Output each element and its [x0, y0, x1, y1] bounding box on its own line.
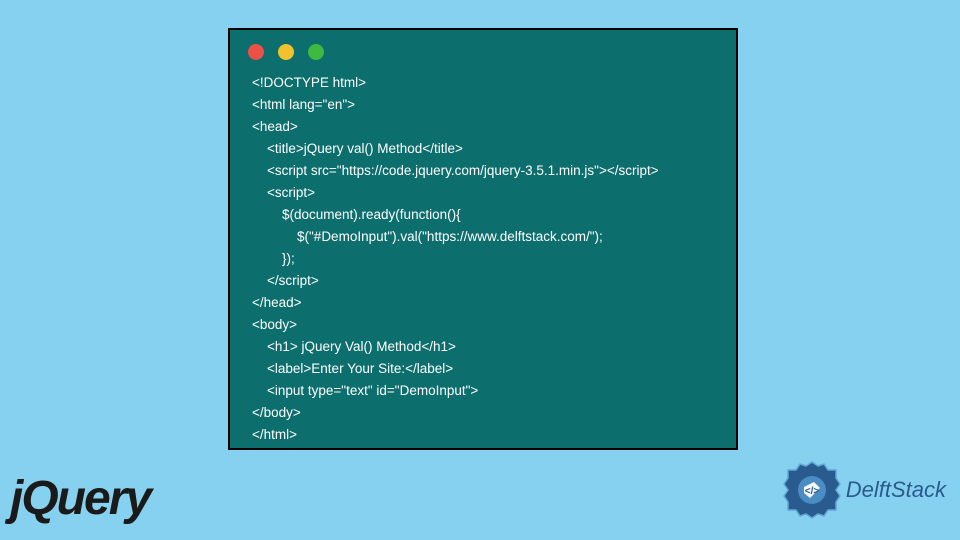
delftstack-logo: </> DelftStack — [782, 460, 946, 520]
jquery-logo: jQuery — [10, 471, 150, 526]
minimize-icon — [278, 44, 294, 60]
delftstack-gear-icon: </> — [782, 460, 842, 520]
close-icon — [248, 44, 264, 60]
window-controls — [230, 30, 736, 68]
delftstack-text: DelftStack — [846, 477, 946, 503]
code-window: <!DOCTYPE html> <html lang="en"> <head> … — [228, 28, 738, 450]
code-content: <!DOCTYPE html> <html lang="en"> <head> … — [230, 68, 736, 450]
maximize-icon — [308, 44, 324, 60]
svg-text:</>: </> — [805, 486, 820, 497]
